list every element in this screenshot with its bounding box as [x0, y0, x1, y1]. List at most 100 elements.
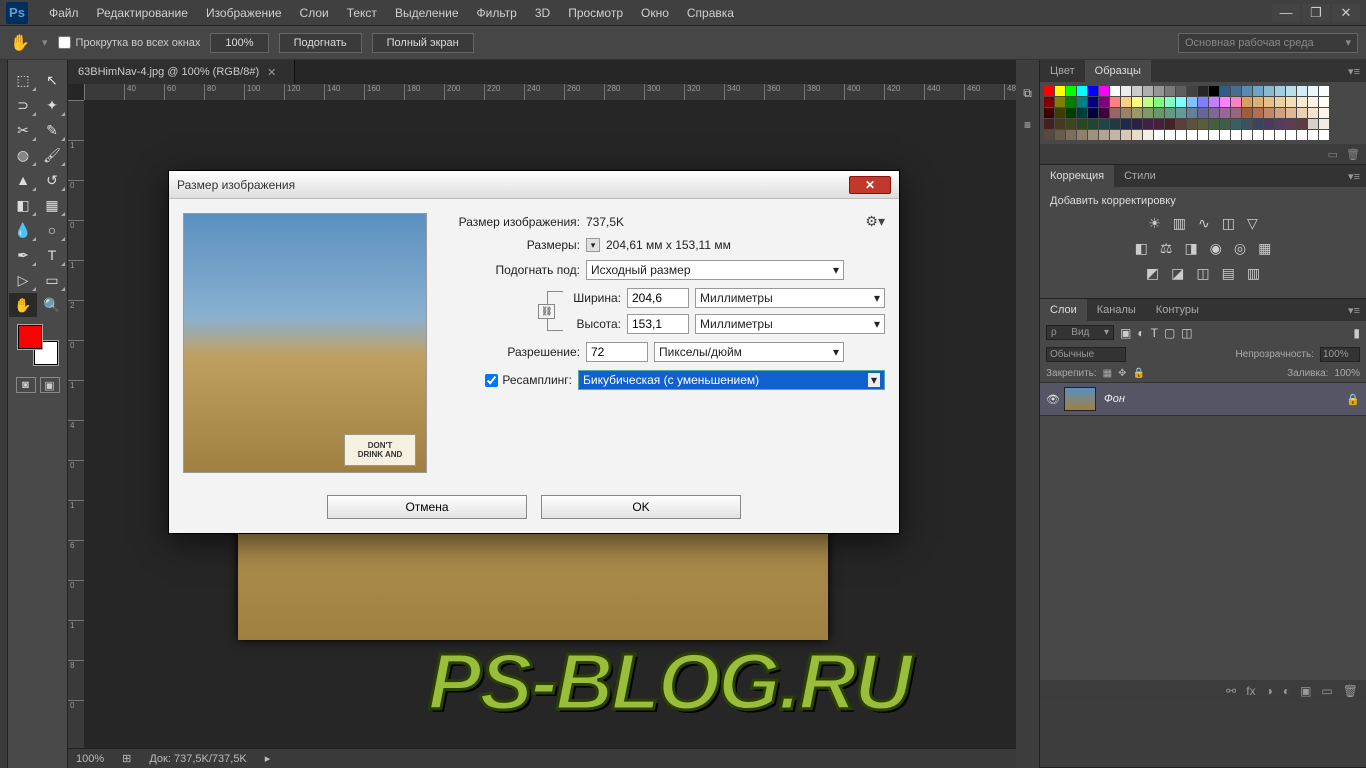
swatch[interactable] — [1220, 97, 1230, 107]
swatch[interactable] — [1077, 119, 1087, 129]
swatch[interactable] — [1044, 108, 1054, 118]
menu-filter[interactable]: Фильтр — [468, 0, 526, 26]
swatch[interactable] — [1099, 97, 1109, 107]
swatch[interactable] — [1264, 108, 1274, 118]
magic-wand-tool[interactable]: ✦ — [38, 93, 66, 117]
tab-channels[interactable]: Каналы — [1087, 299, 1146, 321]
swatch[interactable] — [1319, 108, 1329, 118]
swatch[interactable] — [1066, 108, 1076, 118]
gradient-tool[interactable]: ▦ — [38, 193, 66, 217]
swatch[interactable] — [1176, 97, 1186, 107]
swatch[interactable] — [1121, 86, 1131, 96]
swatch[interactable] — [1286, 130, 1296, 140]
swatch[interactable] — [1319, 97, 1329, 107]
swatch[interactable] — [1264, 130, 1274, 140]
swatch[interactable] — [1132, 97, 1142, 107]
opacity-input[interactable]: 100% — [1320, 347, 1360, 362]
swatch[interactable] — [1231, 130, 1241, 140]
swatch[interactable] — [1253, 108, 1263, 118]
zoom-tool[interactable]: 🔍 — [38, 293, 66, 317]
eraser-tool[interactable]: ◧ — [9, 193, 37, 217]
swatch[interactable] — [1143, 130, 1153, 140]
swatch[interactable] — [1077, 97, 1087, 107]
swatch[interactable] — [1308, 108, 1318, 118]
swatch[interactable] — [1044, 119, 1054, 129]
width-input[interactable] — [627, 288, 689, 308]
swatch[interactable] — [1286, 97, 1296, 107]
swatch[interactable] — [1121, 108, 1131, 118]
swatch[interactable] — [1165, 119, 1175, 129]
swatch[interactable] — [1132, 119, 1142, 129]
balance-adj-icon[interactable]: ⚖ — [1160, 240, 1173, 257]
swatch[interactable] — [1044, 97, 1054, 107]
arrow-tool[interactable]: ↖ — [38, 68, 66, 92]
layer-visibility-icon[interactable]: 👁 — [1046, 393, 1064, 406]
swatch[interactable] — [1121, 119, 1131, 129]
swatch[interactable] — [1297, 86, 1307, 96]
swatch[interactable] — [1242, 86, 1252, 96]
type-tool[interactable]: T — [38, 243, 66, 267]
lasso-tool[interactable]: ⊃ — [9, 93, 37, 117]
link-dims-icon[interactable]: ⛓ — [547, 291, 563, 331]
layer-fx-icon[interactable]: fx — [1246, 684, 1255, 698]
swatch[interactable] — [1154, 97, 1164, 107]
ok-button[interactable]: OK — [541, 495, 741, 519]
tab-paths[interactable]: Контуры — [1146, 299, 1209, 321]
close-tab-icon[interactable]: ✕ — [267, 66, 276, 79]
status-menu-icon[interactable]: ▸ — [265, 752, 271, 765]
quickmask-icon[interactable]: ◙ — [16, 377, 36, 393]
levels-adj-icon[interactable]: ▥ — [1173, 215, 1186, 232]
fit-select[interactable]: Исходный размер▾ — [586, 260, 844, 280]
new-adj-layer-icon[interactable]: ◐ — [1283, 684, 1290, 698]
new-swatch-icon[interactable]: ▭ — [1328, 148, 1338, 161]
swatches-grid[interactable] — [1040, 82, 1366, 144]
menu-select[interactable]: Выделение — [386, 0, 468, 26]
resolution-input[interactable] — [586, 342, 648, 362]
document-tab[interactable]: 63BHimNav-4.jpg @ 100% (RGB/8#)✕ — [68, 60, 295, 84]
swatch[interactable] — [1187, 108, 1197, 118]
tab-swatches[interactable]: Образцы — [1085, 60, 1151, 82]
swatch[interactable] — [1242, 119, 1252, 129]
fullscreen-button[interactable]: Полный экран — [372, 33, 474, 53]
move-tool[interactable]: ⬚ — [9, 68, 37, 92]
new-layer-icon[interactable]: ▭ — [1321, 684, 1332, 698]
layer-thumbnail[interactable] — [1064, 387, 1096, 411]
tab-corrections[interactable]: Коррекция — [1040, 165, 1114, 187]
fit-screen-button[interactable]: Подогнать — [279, 33, 362, 53]
link-layers-icon[interactable]: ⚯ — [1226, 684, 1236, 698]
window-close-icon[interactable]: ✕ — [1332, 4, 1360, 22]
vibrance-adj-icon[interactable]: ▽ — [1247, 215, 1258, 232]
posterize-adj-icon[interactable]: ◪ — [1171, 265, 1184, 282]
swatch[interactable] — [1055, 97, 1065, 107]
path-select-tool[interactable]: ▷ — [9, 268, 37, 292]
eyedropper-tool[interactable]: ✎ — [38, 118, 66, 142]
swatch[interactable] — [1275, 119, 1285, 129]
stamp-tool[interactable]: ▲ — [9, 168, 37, 192]
height-input[interactable] — [627, 314, 689, 334]
swatch[interactable] — [1198, 97, 1208, 107]
swatch[interactable] — [1308, 86, 1318, 96]
filter-toggle[interactable]: ▮ — [1353, 326, 1360, 340]
foreground-color[interactable] — [18, 325, 42, 349]
swatch[interactable] — [1165, 97, 1175, 107]
swatch[interactable] — [1209, 86, 1219, 96]
tab-color[interactable]: Цвет — [1040, 60, 1085, 82]
swatch[interactable] — [1187, 119, 1197, 129]
gradient-map-adj-icon[interactable]: ▤ — [1222, 265, 1235, 282]
panel-menu-icon[interactable]: ▾≡ — [1342, 304, 1366, 317]
delete-swatch-icon[interactable]: 🗑 — [1346, 148, 1360, 161]
history-brush-tool[interactable]: ↺ — [38, 168, 66, 192]
menu-text[interactable]: Текст — [338, 0, 386, 26]
swatch[interactable] — [1209, 108, 1219, 118]
swatch[interactable] — [1154, 108, 1164, 118]
status-expand-icon[interactable]: ⊞ — [122, 752, 131, 765]
swatch[interactable] — [1088, 86, 1098, 96]
filter-smart-icon[interactable]: ◫ — [1181, 326, 1192, 340]
shape-tool[interactable]: ▭ — [38, 268, 66, 292]
swatch[interactable] — [1055, 86, 1065, 96]
swatch[interactable] — [1198, 130, 1208, 140]
swatch[interactable] — [1319, 119, 1329, 129]
swatch[interactable] — [1286, 86, 1296, 96]
panel-menu-icon[interactable]: ▾≡ — [1342, 65, 1366, 78]
menu-3d[interactable]: 3D — [526, 0, 559, 26]
